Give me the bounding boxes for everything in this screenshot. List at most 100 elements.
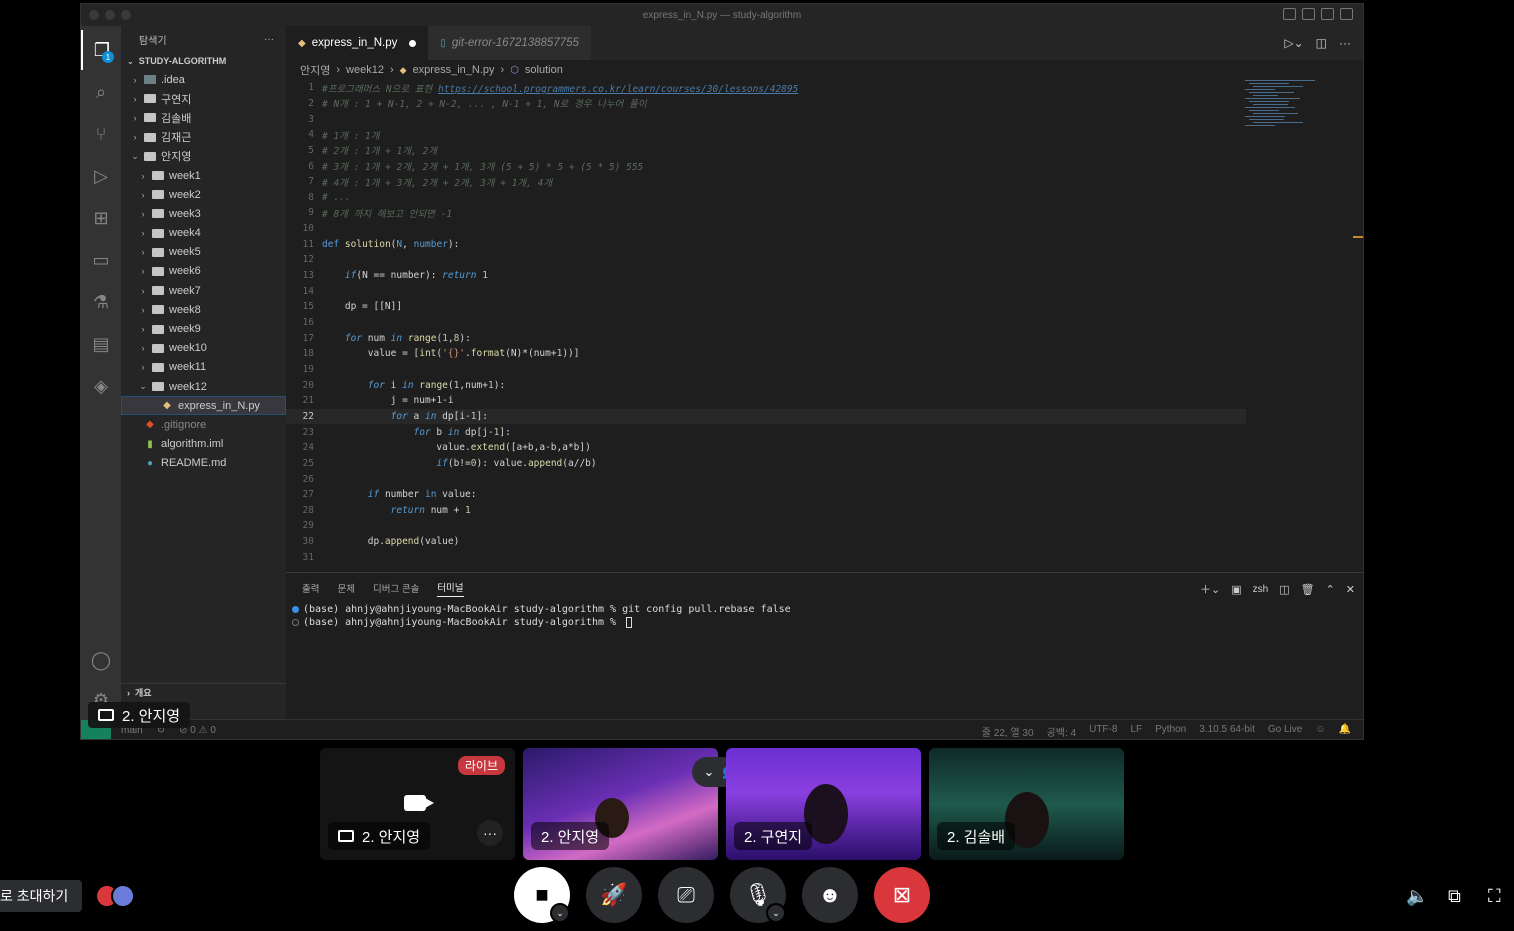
tree-item[interactable]: ◆ express_in_N.py <box>121 396 286 416</box>
code-line[interactable]: 6 # 3개 : 1개 + 2개, 2개 + 1개, 3개 (5 + 5) * 5… <box>286 158 1246 174</box>
share-screen-button[interactable]: ⎚ <box>658 867 714 923</box>
more-actions-icon[interactable]: ··· <box>1339 36 1351 50</box>
code-line[interactable]: 29 <box>286 518 1246 534</box>
code-line[interactable]: 31 <box>286 550 1246 566</box>
feedback-icon[interactable]: ☺ <box>1315 724 1325 739</box>
testing-icon[interactable]: ⚗ <box>81 282 121 322</box>
soundboard-button[interactable]: ☻ <box>802 867 858 923</box>
panel-tab-output[interactable]: 출력 <box>302 581 319 595</box>
search-icon[interactable]: ⌕ <box>81 72 121 112</box>
tree-item[interactable]: ● README.md <box>121 454 286 473</box>
code-line[interactable]: 11 def solution(N, number): <box>286 237 1246 253</box>
code-line[interactable]: 2 # N개 : 1 + N-1, 2 + N-2, ... , N-1 + 1,… <box>286 96 1246 112</box>
code-line[interactable]: 30 dp.append(value) <box>286 534 1246 550</box>
explorer-more-button[interactable]: ··· <box>264 34 274 45</box>
invite-button[interactable]: 로 초대하기 <box>0 880 83 912</box>
tree-item[interactable]: ⌄ week12 <box>121 377 286 396</box>
panel-tab-terminal[interactable]: 터미널 <box>437 580 464 597</box>
participant-tile[interactable]: 2. 안지영 <box>523 748 718 860</box>
tree-item[interactable]: › week4 <box>121 224 286 243</box>
code-line[interactable]: 18 value = [int('{}'.format(N)*(num+1))] <box>286 346 1246 362</box>
close-panel-icon[interactable]: ✕ <box>1346 583 1355 596</box>
workspace-root[interactable]: ⌄ STUDY-ALGORITHM <box>121 52 286 70</box>
go-live-button[interactable]: Go Live <box>1268 724 1302 739</box>
code-line[interactable]: 14 <box>286 283 1246 299</box>
tree-item[interactable]: › 구연지 <box>121 89 286 108</box>
maximize-panel-icon[interactable]: ⌃ <box>1326 583 1335 596</box>
notifications-icon[interactable]: 🔔 <box>1339 724 1351 739</box>
trash-icon[interactable]: 🗑 <box>1301 583 1315 596</box>
tree-item[interactable]: › week6 <box>121 262 286 281</box>
code-line[interactable]: 12 <box>286 252 1246 268</box>
code-line[interactable]: 7 # 4개 : 1개 + 3개, 2개 + 2개, 3개 + 1개, 4개 <box>286 174 1246 190</box>
new-terminal-icon[interactable]: ＋⌄ <box>1200 581 1220 597</box>
code-line[interactable]: 1 #프로그래머스 N으로 표현 https://school.programme… <box>286 80 1246 96</box>
code-line[interactable]: 5 # 2개 : 1개 + 1개, 2개 <box>286 143 1246 159</box>
encoding[interactable]: UTF-8 <box>1089 724 1117 739</box>
terminal[interactable]: (base) ahnjy@ahnjiyoung-MacBookAir study… <box>286 603 1363 629</box>
code-view[interactable]: 1 #프로그래머스 N으로 표현 https://school.programme… <box>286 80 1363 572</box>
tree-item[interactable]: › week2 <box>121 185 286 204</box>
tree-item[interactable]: › week11 <box>121 358 286 377</box>
disconnect-button[interactable]: ⊠ <box>874 867 930 923</box>
tree-item[interactable]: › week3 <box>121 204 286 223</box>
code-line[interactable]: 26 <box>286 471 1246 487</box>
tab-git-error[interactable]: ▯ git-error-1672138857755 <box>428 26 591 60</box>
split-terminal-icon[interactable]: ◫ <box>1279 583 1289 596</box>
code-line[interactable]: 4 # 1개 : 1개 <box>286 127 1246 143</box>
cursor-position[interactable]: 줄 22, 열 30 <box>982 724 1034 739</box>
breadcrumb-item[interactable]: express_in_N.py <box>413 64 495 76</box>
code-line[interactable]: 17 for num in range(1,8): <box>286 330 1246 346</box>
tree-item[interactable]: › week7 <box>121 281 286 300</box>
participant-tile[interactable]: 2. 구연지 <box>726 748 921 860</box>
tree-item[interactable]: ◆ .gitignore <box>121 415 286 434</box>
tree-item[interactable]: › week9 <box>121 319 286 338</box>
code-line[interactable]: 22 for a in dp[i-1]: <box>286 408 1246 425</box>
minimap[interactable] <box>1245 80 1355 150</box>
code-line[interactable]: 24 value.extend([a+b,a-b,a*b]) <box>286 440 1246 456</box>
language-mode[interactable]: Python <box>1155 724 1186 739</box>
activity-avatars[interactable] <box>95 884 135 908</box>
tree-item[interactable]: › week5 <box>121 243 286 262</box>
fullscreen-icon[interactable]: ⛶ <box>1488 886 1501 907</box>
code-line[interactable]: 23 for b in dp[j-1]: <box>286 424 1246 440</box>
participant-tile-screen[interactable]: 라이브 2. 안지영 ··· <box>320 748 515 860</box>
python-interpreter[interactable]: 3.10.5 64-bit <box>1199 724 1255 739</box>
code-line[interactable]: 19 <box>286 362 1246 378</box>
panel-tab-debug-console[interactable]: 디버그 콘솔 <box>373 581 419 595</box>
remote-explorer-icon[interactable]: ▭ <box>81 240 121 280</box>
popout-icon[interactable]: ⧉ <box>1448 886 1461 907</box>
activities-button[interactable]: 🚀 <box>586 867 642 923</box>
run-icon[interactable]: ▷⌄ <box>1284 36 1303 50</box>
tree-item[interactable]: ⌄ 안지영 <box>121 147 286 166</box>
notebook-icon[interactable]: ▤ <box>81 324 121 364</box>
tab-express-in-n[interactable]: ◆ express_in_N.py <box>286 26 429 60</box>
terminal-shell-label[interactable]: zsh <box>1253 584 1269 595</box>
panel-tab-problems[interactable]: 문제 <box>337 581 354 595</box>
terminal-shell-icon[interactable]: ▣ <box>1231 583 1241 596</box>
tree-item[interactable]: › week1 <box>121 166 286 185</box>
tree-item[interactable]: › 김솔배 <box>121 108 286 127</box>
code-line[interactable]: 20 for i in range(1,num+1): <box>286 377 1246 393</box>
more-options-button[interactable]: ··· <box>477 820 503 846</box>
participant-tile[interactable]: 2. 김솔배 <box>929 748 1124 860</box>
tree-item[interactable]: › week10 <box>121 339 286 358</box>
microphone-options-button[interactable]: ⌄ <box>766 903 786 923</box>
explorer-icon[interactable]: ❐ 1 <box>81 30 121 70</box>
end-of-line[interactable]: LF <box>1130 724 1142 739</box>
code-line[interactable]: 21 j = num+1-i <box>286 393 1246 409</box>
code-line[interactable]: 3 <box>286 111 1246 127</box>
unsaved-dot-icon[interactable] <box>409 39 417 47</box>
volume-icon[interactable]: 🔈 <box>1406 886 1428 907</box>
tree-item[interactable]: ▮ algorithm.iml <box>121 435 286 454</box>
python-icon[interactable]: ◈ <box>81 366 121 406</box>
code-line[interactable]: 15 dp = [[N]] <box>286 299 1246 315</box>
code-line[interactable]: 8 # ... <box>286 190 1246 206</box>
tree-item[interactable]: › 김재근 <box>121 128 286 147</box>
source-control-icon[interactable]: ⑂ <box>81 114 121 154</box>
code-line[interactable]: 28 return num + 1 <box>286 503 1246 519</box>
code-line[interactable]: 13 if(N == number): return 1 <box>286 268 1246 284</box>
breadcrumb-item[interactable]: solution <box>525 64 563 76</box>
code-line[interactable]: 25 if(b!=0): value.append(a//b) <box>286 456 1246 472</box>
indentation[interactable]: 공백: 4 <box>1047 724 1077 739</box>
